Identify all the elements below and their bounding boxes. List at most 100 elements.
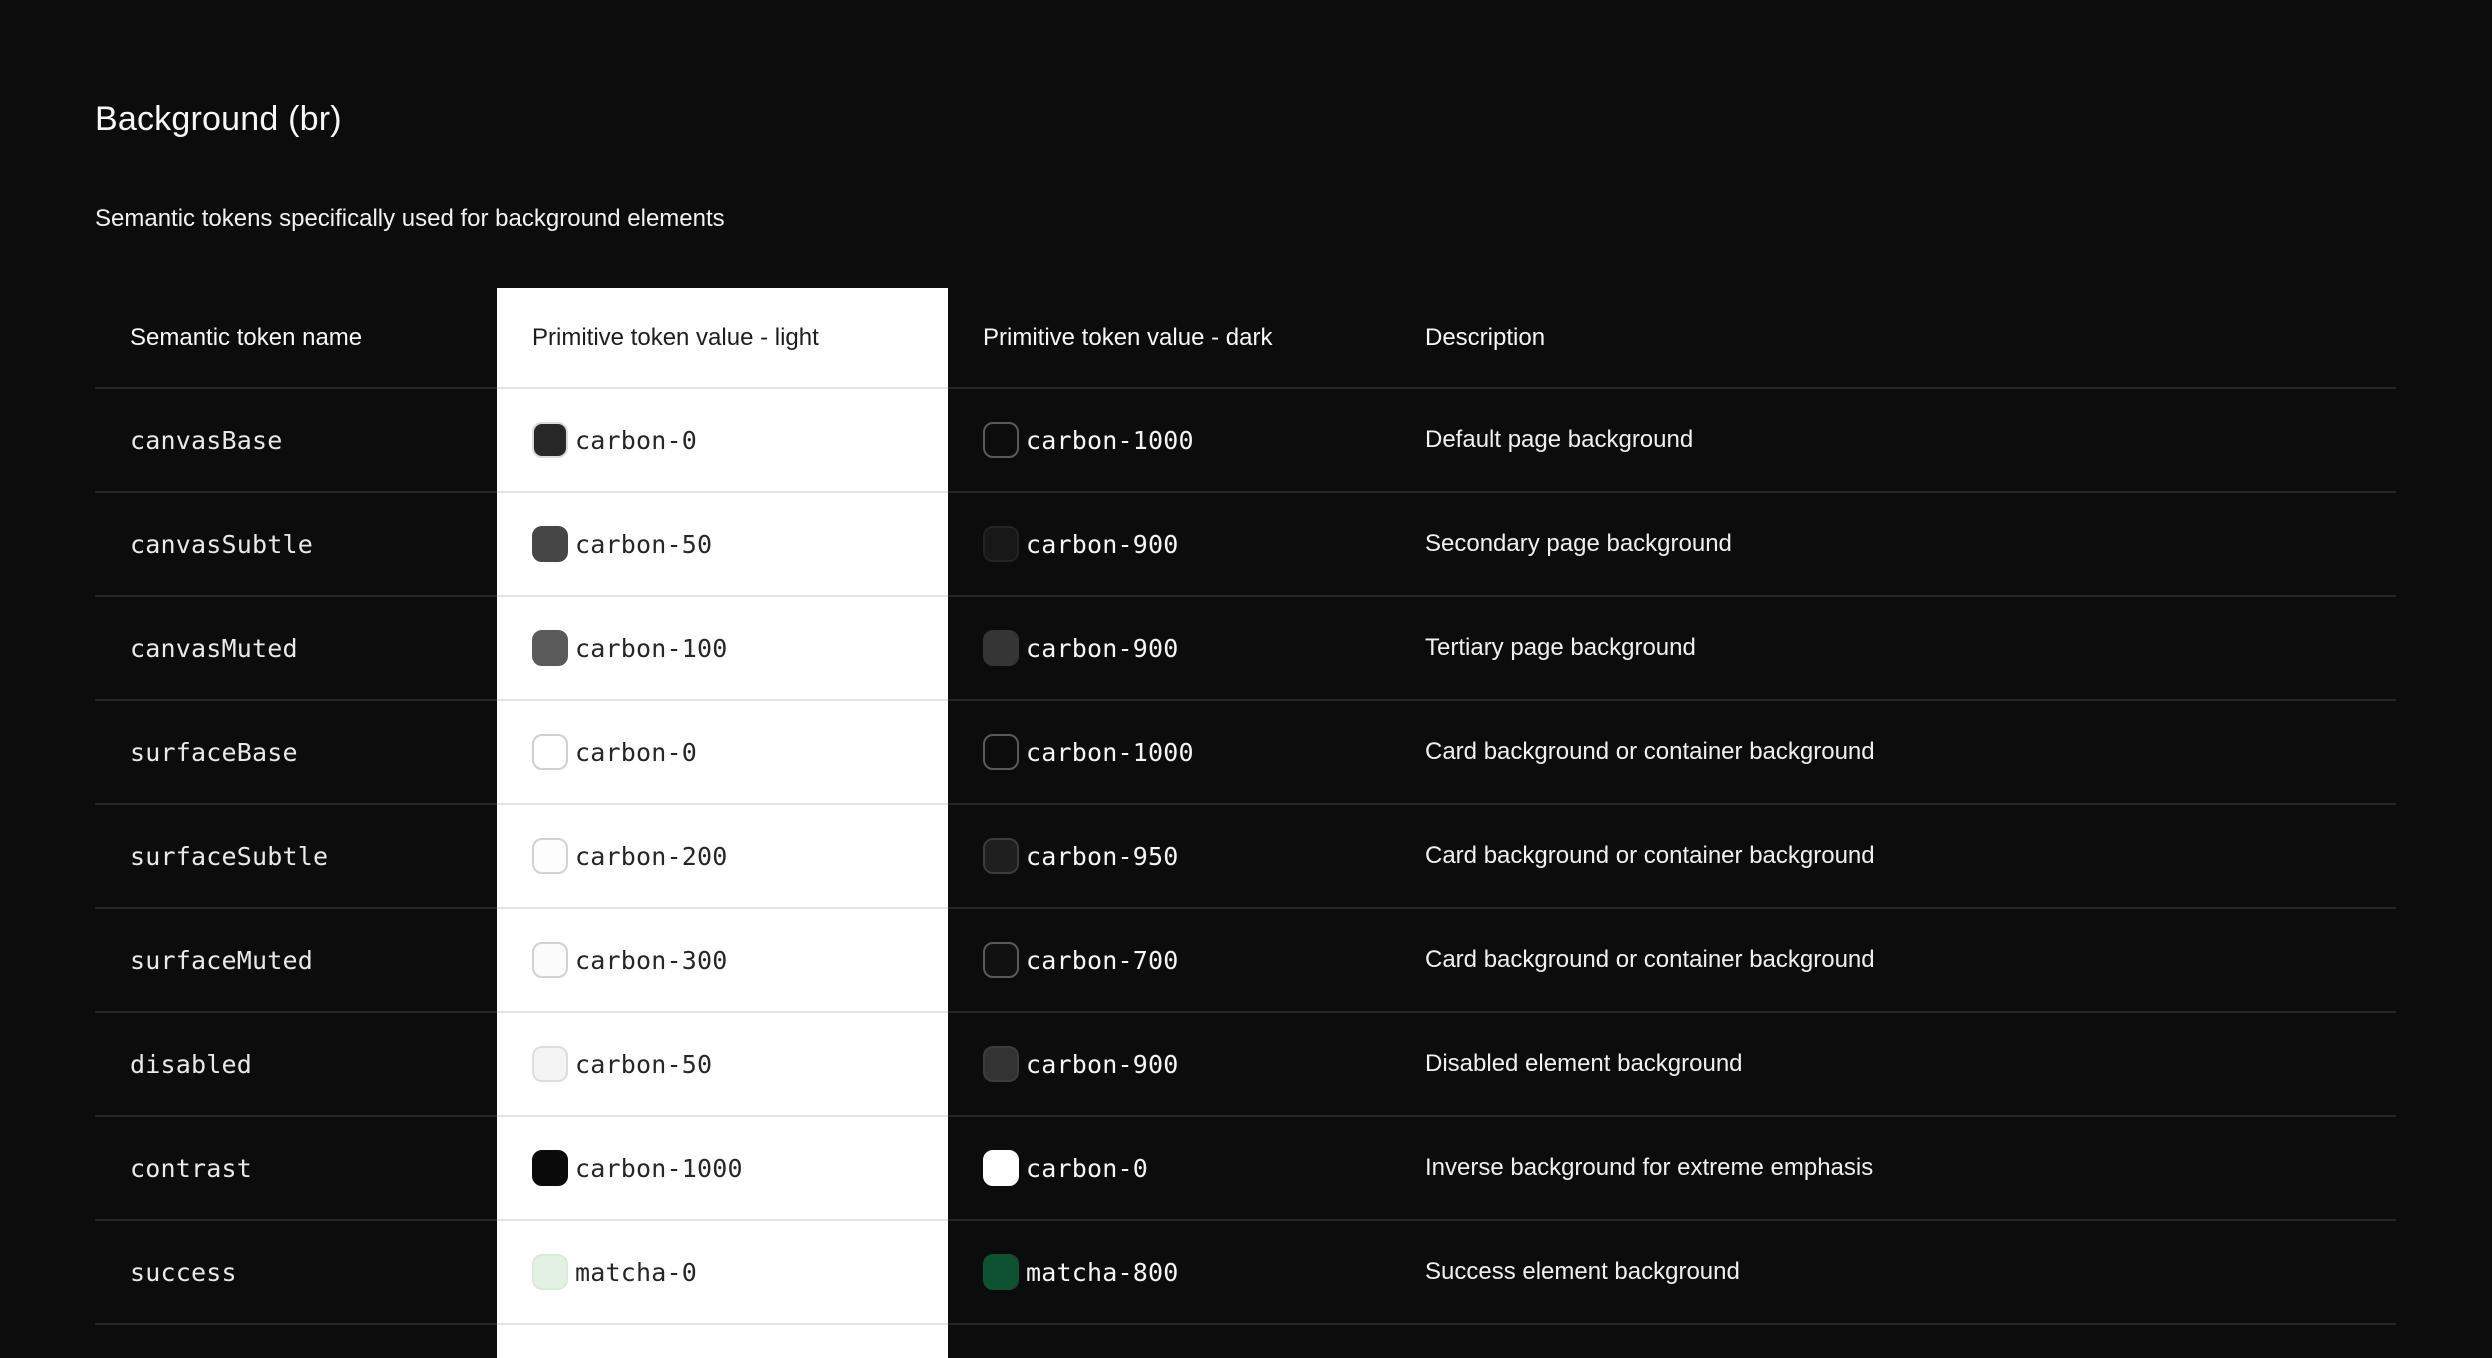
dark-color-swatch (983, 734, 1019, 770)
description-label: Card background or container background (1425, 842, 1875, 869)
description-label: Inverse background for extreme emphasis (1425, 1154, 1874, 1181)
partial-cell-description (1390, 1325, 2396, 1358)
table-row: canvasBase carbon-0 carbon-1000 Default … (95, 389, 2396, 493)
cell-description: Inverse background for extreme emphasis (1390, 1117, 2396, 1221)
cell-token-name: disabled (95, 1013, 497, 1117)
cell-description: Success element background (1390, 1221, 2396, 1325)
dark-value-label: carbon-700 (1026, 945, 1179, 975)
cell-token-name: surfaceBase (95, 701, 497, 805)
description-label: Default page background (1425, 426, 1694, 453)
token-name-label: canvasMuted (130, 633, 298, 663)
cell-dark-value: matcha-800 (948, 1221, 1390, 1325)
light-value-label: carbon-50 (575, 529, 713, 559)
cell-token-name: surfaceMuted (95, 909, 497, 1013)
description-label: Tertiary page background (1425, 634, 1696, 661)
table-row: success matcha-0 matcha-800 Success elem… (95, 1221, 2396, 1325)
light-color-swatch (532, 422, 568, 458)
light-color-swatch (532, 1150, 568, 1186)
light-value-label: carbon-0 (575, 737, 698, 767)
table-row: canvasMuted carbon-100 carbon-900 Tertia… (95, 597, 2396, 701)
dark-color-swatch (983, 942, 1019, 978)
dark-value-label: carbon-1000 (1026, 425, 1194, 455)
dark-color-swatch (983, 1254, 1019, 1290)
light-color-swatch (532, 1254, 568, 1290)
light-value-label: matcha-0 (575, 1257, 698, 1287)
dark-value-label: carbon-0 (1026, 1153, 1149, 1183)
cell-light-value: carbon-1000 (497, 1117, 948, 1221)
light-value-label: carbon-1000 (575, 1153, 743, 1183)
cell-description: Card background or container background (1390, 701, 2396, 805)
partial-cell-token (95, 1325, 497, 1358)
cell-light-value: carbon-0 (497, 701, 948, 805)
token-name-label: surfaceBase (130, 737, 298, 767)
cell-light-value: matcha-0 (497, 1221, 948, 1325)
partial-cell-dark-value (948, 1325, 1390, 1358)
token-name-label: surfaceSubtle (130, 841, 329, 871)
column-header-primitive-value-light: Primitive token value - light (497, 288, 948, 389)
cell-description: Card background or container background (1390, 909, 2396, 1013)
cell-dark-value: carbon-900 (948, 597, 1390, 701)
light-value-label: carbon-0 (575, 425, 698, 455)
column-header-semantic-token-name: Semantic token name (95, 288, 497, 389)
token-table: Semantic token name Primitive token valu… (95, 288, 2396, 1358)
cell-token-name: surfaceSubtle (95, 805, 497, 909)
cell-dark-value: carbon-1000 (948, 701, 1390, 805)
light-color-swatch (532, 942, 568, 978)
cell-dark-value: carbon-0 (948, 1117, 1390, 1221)
token-name-label: success (130, 1257, 237, 1287)
light-value-label: carbon-50 (575, 1049, 713, 1079)
cell-token-name: success (95, 1221, 497, 1325)
table-row-partial (95, 1325, 2396, 1358)
token-name-label: canvasSubtle (130, 529, 314, 559)
cell-light-value: carbon-50 (497, 493, 948, 597)
table-row: surfaceSubtle carbon-200 carbon-950 Card… (95, 805, 2396, 909)
light-value-label: carbon-300 (575, 945, 728, 975)
page: Background (br) Semantic tokens specific… (0, 0, 2492, 1358)
dark-color-swatch (983, 838, 1019, 874)
cell-dark-value: carbon-900 (948, 1013, 1390, 1117)
table-row: surfaceBase carbon-0 carbon-1000 Card ba… (95, 701, 2396, 805)
cell-light-value: carbon-100 (497, 597, 948, 701)
light-value-label: carbon-200 (575, 841, 728, 871)
table-row: surfaceMuted carbon-300 carbon-700 Card … (95, 909, 2396, 1013)
table-row: disabled carbon-50 carbon-900 Disabled e… (95, 1013, 2396, 1117)
column-header-description: Description (1390, 288, 2396, 389)
dark-value-label: carbon-900 (1026, 1049, 1179, 1079)
dark-color-swatch (983, 630, 1019, 666)
cell-light-value: carbon-0 (497, 389, 948, 493)
cell-token-name: canvasMuted (95, 597, 497, 701)
cell-description: Card background or container background (1390, 805, 2396, 909)
cell-dark-value: carbon-900 (948, 493, 1390, 597)
cell-description: Default page background (1390, 389, 2396, 493)
cell-token-name: contrast (95, 1117, 497, 1221)
token-name-label: contrast (130, 1153, 253, 1183)
description-label: Secondary page background (1425, 530, 1732, 557)
description-label: Disabled element background (1425, 1050, 1743, 1077)
column-header-primitive-value-dark: Primitive token value - dark (948, 288, 1390, 389)
description-label: Card background or container background (1425, 738, 1875, 765)
dark-color-swatch (983, 422, 1019, 458)
light-color-swatch (532, 630, 568, 666)
light-color-swatch (532, 734, 568, 770)
token-name-label: surfaceMuted (130, 945, 314, 975)
dark-value-label: carbon-950 (1026, 841, 1179, 871)
table-body: canvasBase carbon-0 carbon-1000 Default … (95, 389, 2396, 1325)
dark-value-label: carbon-900 (1026, 529, 1179, 559)
token-name-label: canvasBase (130, 425, 283, 455)
page-title: Background (br) (95, 100, 342, 138)
cell-dark-value: carbon-700 (948, 909, 1390, 1013)
cell-token-name: canvasSubtle (95, 493, 497, 597)
cell-token-name: canvasBase (95, 389, 497, 493)
cell-light-value: carbon-200 (497, 805, 948, 909)
cell-description: Disabled element background (1390, 1013, 2396, 1117)
dark-value-label: matcha-800 (1026, 1257, 1179, 1287)
cell-dark-value: carbon-950 (948, 805, 1390, 909)
description-label: Card background or container background (1425, 946, 1875, 973)
token-name-label: disabled (130, 1049, 253, 1079)
dark-color-swatch (983, 1046, 1019, 1082)
cell-description: Tertiary page background (1390, 597, 2396, 701)
partial-cell-light-value (497, 1325, 948, 1358)
light-color-swatch (532, 838, 568, 874)
light-color-swatch (532, 526, 568, 562)
table-row: canvasSubtle carbon-50 carbon-900 Second… (95, 493, 2396, 597)
